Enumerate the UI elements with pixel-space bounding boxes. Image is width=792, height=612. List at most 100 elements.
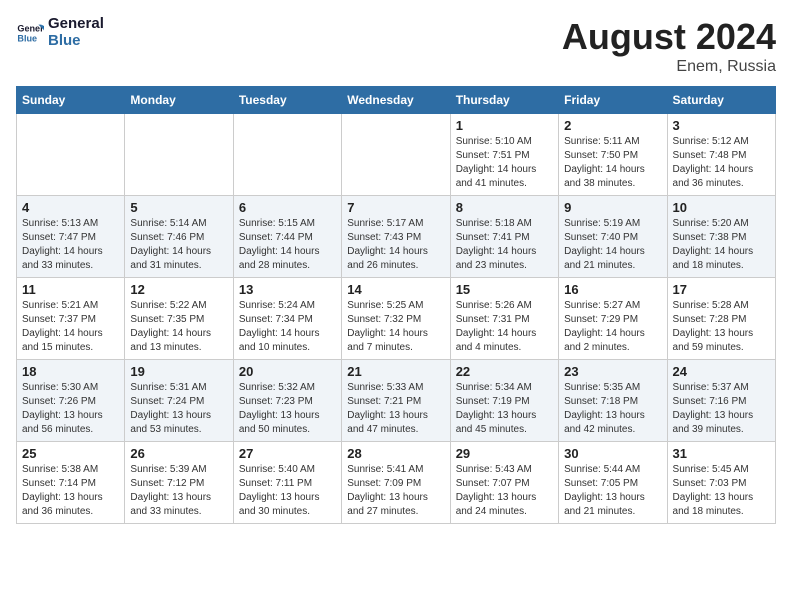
day-header-wednesday: Wednesday: [342, 87, 450, 114]
calendar-cell: 5 Sunrise: 5:14 AM Sunset: 7:46 PM Daylig…: [125, 196, 233, 278]
day-header-sunday: Sunday: [17, 87, 125, 114]
day-number: 2: [564, 118, 661, 133]
calendar-cell: 15 Sunrise: 5:26 AM Sunset: 7:31 PM Dayli…: [450, 278, 558, 360]
day-info: Sunrise: 5:20 AM Sunset: 7:38 PM Dayligh…: [673, 217, 770, 273]
day-number: 13: [239, 282, 336, 297]
day-number: 10: [673, 200, 770, 215]
day-info: Sunrise: 5:44 AM Sunset: 7:05 PM Dayligh…: [564, 463, 661, 519]
logo-general: General: [48, 16, 104, 33]
day-info: Sunrise: 5:35 AM Sunset: 7:18 PM Dayligh…: [564, 381, 661, 437]
day-info: Sunrise: 5:22 AM Sunset: 7:35 PM Dayligh…: [130, 299, 227, 355]
calendar-cell: 12 Sunrise: 5:22 AM Sunset: 7:35 PM Dayli…: [125, 278, 233, 360]
day-number: 9: [564, 200, 661, 215]
day-header-saturday: Saturday: [667, 87, 775, 114]
calendar-cell: 30 Sunrise: 5:44 AM Sunset: 7:05 PM Dayli…: [559, 442, 667, 524]
day-header-friday: Friday: [559, 87, 667, 114]
day-info: Sunrise: 5:45 AM Sunset: 7:03 PM Dayligh…: [673, 463, 770, 519]
page-header: General Blue General Blue August 2024 En…: [16, 16, 776, 76]
calendar-cell: 21Sunrise: 5:33 AM Sunset: 7:21 PM Dayli…: [342, 360, 450, 442]
calendar-cell: 10 Sunrise: 5:20 AM Sunset: 7:38 PM Dayli…: [667, 196, 775, 278]
day-number: 12: [130, 282, 227, 297]
svg-text:Blue: Blue: [17, 33, 37, 43]
day-number: 5: [130, 200, 227, 215]
day-number: 27: [239, 446, 336, 461]
day-number: 21: [347, 364, 444, 379]
calendar-cell: [125, 114, 233, 196]
day-info: Sunrise: 5:39 AM Sunset: 7:12 PM Dayligh…: [130, 463, 227, 519]
day-number: 14: [347, 282, 444, 297]
calendar-cell: 14Sunrise: 5:25 AM Sunset: 7:32 PM Dayli…: [342, 278, 450, 360]
logo-icon: General Blue: [16, 19, 44, 47]
calendar-cell: 6Sunrise: 5:15 AM Sunset: 7:44 PM Daylig…: [233, 196, 341, 278]
day-info: Sunrise: 5:10 AM Sunset: 7:51 PM Dayligh…: [456, 135, 553, 191]
day-info: Sunrise: 5:14 AM Sunset: 7:46 PM Dayligh…: [130, 217, 227, 273]
calendar-cell: [17, 114, 125, 196]
logo-blue: Blue: [48, 33, 104, 50]
day-info: Sunrise: 5:24 AM Sunset: 7:34 PM Dayligh…: [239, 299, 336, 355]
calendar-cell: 31 Sunrise: 5:45 AM Sunset: 7:03 PM Dayli…: [667, 442, 775, 524]
calendar-cell: 20Sunrise: 5:32 AM Sunset: 7:23 PM Dayli…: [233, 360, 341, 442]
calendar-cell: 26 Sunrise: 5:39 AM Sunset: 7:12 PM Dayli…: [125, 442, 233, 524]
day-number: 18: [22, 364, 119, 379]
calendar-title: August 2024: [562, 16, 776, 58]
day-info: Sunrise: 5:41 AM Sunset: 7:09 PM Dayligh…: [347, 463, 444, 519]
day-number: 3: [673, 118, 770, 133]
week-row-3: 11 Sunrise: 5:21 AM Sunset: 7:37 PM Dayli…: [17, 278, 776, 360]
day-header-monday: Monday: [125, 87, 233, 114]
day-info: Sunrise: 5:19 AM Sunset: 7:40 PM Dayligh…: [564, 217, 661, 273]
day-number: 28: [347, 446, 444, 461]
day-info: Sunrise: 5:43 AM Sunset: 7:07 PM Dayligh…: [456, 463, 553, 519]
calendar-cell: 18Sunrise: 5:30 AM Sunset: 7:26 PM Dayli…: [17, 360, 125, 442]
day-info: Sunrise: 5:26 AM Sunset: 7:31 PM Dayligh…: [456, 299, 553, 355]
calendar-cell: 2 Sunrise: 5:11 AM Sunset: 7:50 PM Daylig…: [559, 114, 667, 196]
logo-wordmark: General Blue: [48, 16, 104, 49]
day-info: Sunrise: 5:28 AM Sunset: 7:28 PM Dayligh…: [673, 299, 770, 355]
calendar-cell: 4 Sunrise: 5:13 AM Sunset: 7:47 PM Daylig…: [17, 196, 125, 278]
calendar-cell: 28 Sunrise: 5:41 AM Sunset: 7:09 PM Dayli…: [342, 442, 450, 524]
day-info: Sunrise: 5:31 AM Sunset: 7:24 PM Dayligh…: [130, 381, 227, 437]
day-number: 15: [456, 282, 553, 297]
calendar-cell: 11 Sunrise: 5:21 AM Sunset: 7:37 PM Dayli…: [17, 278, 125, 360]
calendar-cell: 13 Sunrise: 5:24 AM Sunset: 7:34 PM Dayli…: [233, 278, 341, 360]
calendar-table: SundayMondayTuesdayWednesdayThursdayFrid…: [16, 86, 776, 524]
logo: General Blue General Blue: [16, 16, 104, 49]
day-info: Sunrise: 5:21 AM Sunset: 7:37 PM Dayligh…: [22, 299, 119, 355]
day-info: Sunrise: 5:27 AM Sunset: 7:29 PM Dayligh…: [564, 299, 661, 355]
calendar-cell: 29Sunrise: 5:43 AM Sunset: 7:07 PM Dayli…: [450, 442, 558, 524]
day-number: 25: [22, 446, 119, 461]
day-number: 4: [22, 200, 119, 215]
day-header-tuesday: Tuesday: [233, 87, 341, 114]
day-number: 6: [239, 200, 336, 215]
calendar-cell: 8Sunrise: 5:18 AM Sunset: 7:41 PM Daylig…: [450, 196, 558, 278]
day-number: 23: [564, 364, 661, 379]
day-number: 11: [22, 282, 119, 297]
day-number: 8: [456, 200, 553, 215]
calendar-cell: 16Sunrise: 5:27 AM Sunset: 7:29 PM Dayli…: [559, 278, 667, 360]
day-number: 24: [673, 364, 770, 379]
day-info: Sunrise: 5:13 AM Sunset: 7:47 PM Dayligh…: [22, 217, 119, 273]
title-block: August 2024 Enem, Russia: [562, 16, 776, 76]
day-info: Sunrise: 5:11 AM Sunset: 7:50 PM Dayligh…: [564, 135, 661, 191]
day-header-thursday: Thursday: [450, 87, 558, 114]
day-info: Sunrise: 5:37 AM Sunset: 7:16 PM Dayligh…: [673, 381, 770, 437]
day-info: Sunrise: 5:40 AM Sunset: 7:11 PM Dayligh…: [239, 463, 336, 519]
day-number: 30: [564, 446, 661, 461]
day-number: 26: [130, 446, 227, 461]
day-number: 31: [673, 446, 770, 461]
week-row-5: 25Sunrise: 5:38 AM Sunset: 7:14 PM Dayli…: [17, 442, 776, 524]
calendar-cell: 27 Sunrise: 5:40 AM Sunset: 7:11 PM Dayli…: [233, 442, 341, 524]
calendar-cell: 3Sunrise: 5:12 AM Sunset: 7:48 PM Daylig…: [667, 114, 775, 196]
calendar-cell: 17Sunrise: 5:28 AM Sunset: 7:28 PM Dayli…: [667, 278, 775, 360]
calendar-cell: [233, 114, 341, 196]
calendar-cell: 24 Sunrise: 5:37 AM Sunset: 7:16 PM Dayli…: [667, 360, 775, 442]
day-info: Sunrise: 5:17 AM Sunset: 7:43 PM Dayligh…: [347, 217, 444, 273]
day-info: Sunrise: 5:32 AM Sunset: 7:23 PM Dayligh…: [239, 381, 336, 437]
day-number: 22: [456, 364, 553, 379]
day-number: 1: [456, 118, 553, 133]
day-number: 19: [130, 364, 227, 379]
days-header-row: SundayMondayTuesdayWednesdayThursdayFrid…: [17, 87, 776, 114]
calendar-cell: 7 Sunrise: 5:17 AM Sunset: 7:43 PM Daylig…: [342, 196, 450, 278]
day-number: 7: [347, 200, 444, 215]
calendar-subtitle: Enem, Russia: [562, 58, 776, 76]
day-info: Sunrise: 5:34 AM Sunset: 7:19 PM Dayligh…: [456, 381, 553, 437]
